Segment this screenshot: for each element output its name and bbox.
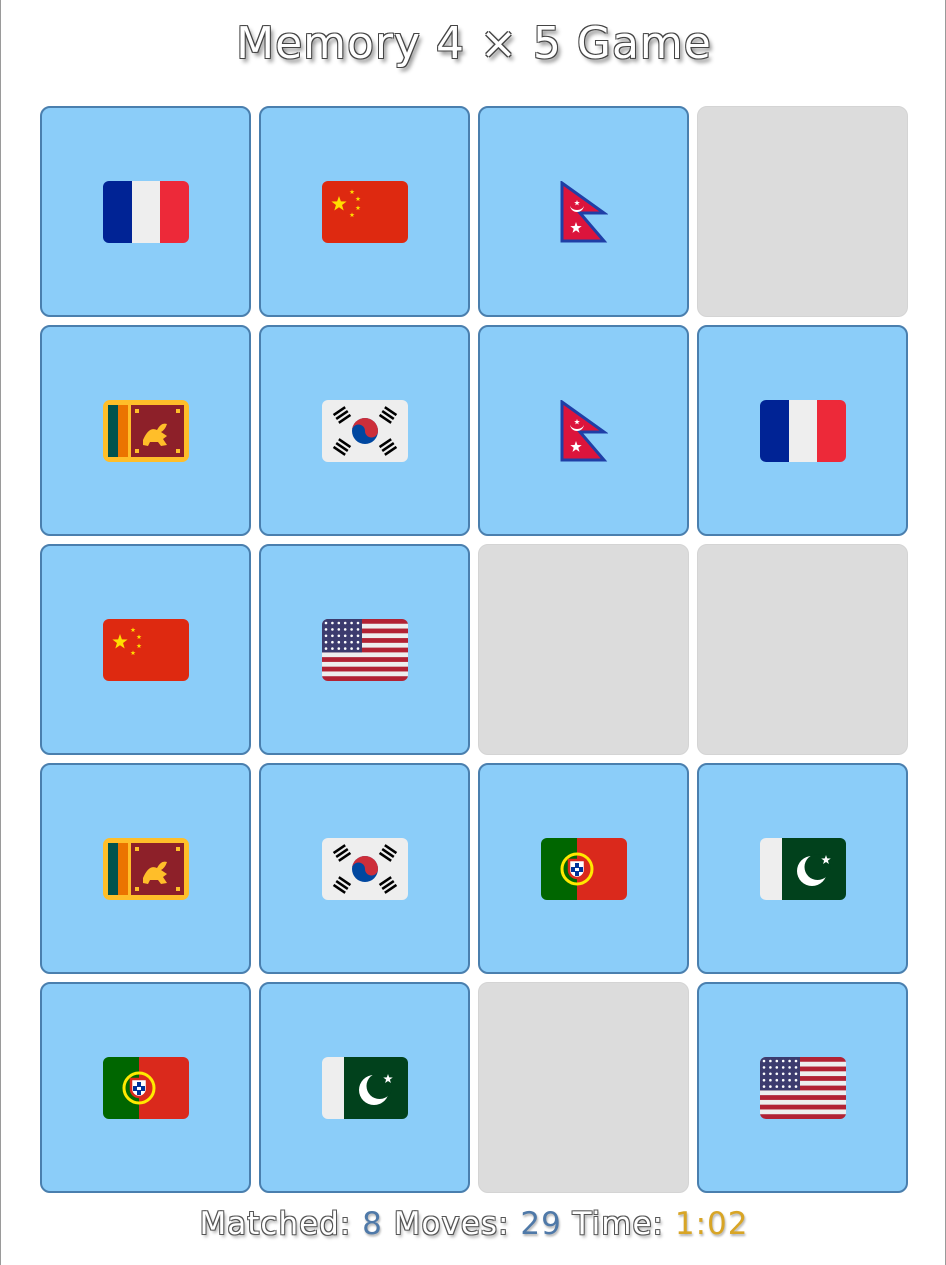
card-sri-lanka[interactable] xyxy=(40,763,251,974)
card-south-korea[interactable] xyxy=(259,325,470,536)
card-china[interactable] xyxy=(40,544,251,755)
card-south-korea[interactable] xyxy=(259,763,470,974)
flag-south-korea-icon xyxy=(321,837,408,900)
card-portugal[interactable] xyxy=(478,763,689,974)
card-usa[interactable] xyxy=(259,544,470,755)
flag-nepal-icon xyxy=(560,180,608,243)
card-pakistan[interactable] xyxy=(697,763,908,974)
card-pakistan[interactable] xyxy=(259,982,470,1193)
flag-france-icon xyxy=(102,180,189,243)
card-france[interactable] xyxy=(40,106,251,317)
card-matched-empty xyxy=(697,544,908,755)
flag-pakistan-icon xyxy=(321,1056,408,1119)
flag-south-korea-icon xyxy=(321,399,408,462)
card-france[interactable] xyxy=(697,325,908,536)
flag-usa-icon xyxy=(759,1056,846,1119)
status-bar: Matched: 8 Moves: 29 Time: 1:02 xyxy=(1,1206,946,1242)
card-portugal[interactable] xyxy=(40,982,251,1193)
card-matched-empty xyxy=(478,544,689,755)
moves-count: 29 xyxy=(520,1206,562,1242)
card-nepal[interactable] xyxy=(478,325,689,536)
card-matched-empty xyxy=(478,982,689,1193)
game-title: Memory 4 × 5 Game xyxy=(236,18,712,69)
card-usa[interactable] xyxy=(697,982,908,1193)
matched-count: 8 xyxy=(362,1206,383,1242)
card-sri-lanka[interactable] xyxy=(40,325,251,536)
flag-china-icon xyxy=(321,180,408,243)
flag-portugal-icon xyxy=(540,837,627,900)
matched-label: Matched: xyxy=(199,1206,352,1242)
flag-nepal-icon xyxy=(560,399,608,462)
flag-sri-lanka-icon xyxy=(102,837,189,900)
flag-china-icon xyxy=(102,618,189,681)
flag-usa-icon xyxy=(321,618,408,681)
card-china[interactable] xyxy=(259,106,470,317)
time-label: Time: xyxy=(572,1206,664,1242)
card-matched-empty xyxy=(697,106,908,317)
flag-france-icon xyxy=(759,399,846,462)
flag-pakistan-icon xyxy=(759,837,846,900)
card-grid xyxy=(40,106,908,1193)
time-value: 1:02 xyxy=(674,1206,749,1242)
flag-portugal-icon xyxy=(102,1056,189,1119)
card-nepal[interactable] xyxy=(478,106,689,317)
moves-label: Moves: xyxy=(393,1206,510,1242)
flag-sri-lanka-icon xyxy=(102,399,189,462)
